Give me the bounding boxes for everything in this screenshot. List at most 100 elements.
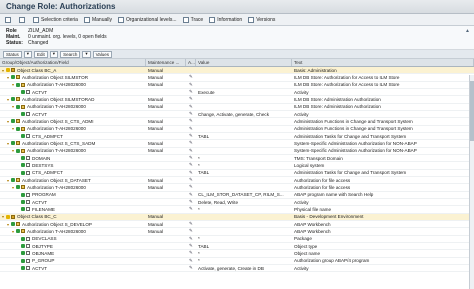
tree-row[interactable]: ▾ Authorization Object S_CTS_ADMI Manual ✎ A…	[0, 118, 474, 126]
tree-row[interactable]: ACTVT ✎ Change, Activate, generate, Check A…	[0, 111, 474, 119]
tree-row[interactable]: ▾ Authorization Object S_DATASET Manual ✎ Au…	[0, 177, 474, 185]
pencil-icon[interactable]: ✎	[189, 236, 193, 242]
value-cell: *	[198, 162, 200, 168]
collapse-header-icon[interactable]: ▲	[465, 28, 470, 34]
pencil-icon[interactable]: ✎	[189, 118, 193, 124]
pencil-icon[interactable]: ✎	[189, 243, 193, 249]
value-cell	[196, 140, 292, 146]
status-button[interactable]: Status	[3, 50, 22, 58]
pencil-icon[interactable]: ✎	[189, 104, 193, 110]
tree-row[interactable]: PROGRAM ✎ CL_ILM_STOR_DATASET_CP, RILM_S..…	[0, 192, 474, 199]
pencil-icon[interactable]: ✎	[189, 162, 193, 168]
tree-row[interactable]: CTS_ADMFCT ✎ TABL Administration Tasks for …	[0, 133, 474, 141]
pencil-icon[interactable]: ✎	[189, 89, 193, 95]
search-button[interactable]: Search	[60, 50, 81, 58]
toolbar-item-1-button[interactable]	[17, 15, 29, 25]
column-header-maintenance[interactable]: Maintenance ...	[146, 59, 186, 66]
column-header-a[interactable]: A...	[186, 59, 196, 66]
tree-row[interactable]: ▾ Authorization Object S_CTS_SADM Manual ✎ S…	[0, 140, 474, 148]
tree-row[interactable]: ▾ Authorization T-AH28026000 Manual ✎ Admini…	[0, 126, 474, 133]
tree-row[interactable]: ACTVT ✎ Execute Activity	[0, 89, 474, 97]
pencil-icon[interactable]: ✎	[189, 250, 193, 256]
value-cell	[196, 82, 292, 88]
maintenance-cell: Manual	[148, 126, 164, 132]
dropdown-button[interactable]: ▾	[49, 50, 59, 58]
selection-criteria-button[interactable]: Selection criteria	[31, 15, 80, 25]
tree-row[interactable]: ACTVT ✎ Activate, generate, Create in DB Ac…	[0, 265, 474, 273]
tree-row[interactable]: DESTSYS ✎ * Logical system	[0, 162, 474, 170]
tree-row[interactable]: ▾ Authorization T-AH28026000 Manual ✎ ABAP W…	[0, 228, 474, 236]
tree-row[interactable]: ▾ Authorization T-AH28026000 Manual ✎ ILM DB…	[0, 82, 474, 89]
organizational-levels-button[interactable]: Organizational levels...	[116, 15, 179, 25]
tree-row[interactable]: ▾ Authorization Object SILMSTORAD Manual ✎ I…	[0, 96, 474, 104]
tree-row[interactable]: CTS_ADMFCT ✎ TABL Administration Tasks for …	[0, 170, 474, 177]
tree-row[interactable]: ▾ Object Class BC_C Manual Basis - Developm…	[0, 213, 474, 221]
pencil-icon[interactable]: ✎	[189, 148, 193, 154]
edit-cell: ✎	[186, 170, 196, 176]
pencil-icon[interactable]: ✎	[189, 96, 193, 102]
edit-button[interactable]: Edit	[34, 50, 48, 58]
tree-row[interactable]: ▾ Authorization T-AH28026000 Manual ✎ Author…	[0, 184, 474, 192]
pencil-icon[interactable]: ✎	[189, 177, 193, 183]
pencil-icon[interactable]: ✎	[189, 258, 193, 264]
text-cell: Activity	[294, 199, 309, 205]
tree-row[interactable]: ACTVT ✎ Delete, Read, Write Activity	[0, 199, 474, 207]
tree-row[interactable]: ▾ Authorization Object SILMSTOR Manual ✎ ILM…	[0, 74, 474, 82]
trace-button[interactable]: Trace	[181, 15, 206, 25]
pencil-icon[interactable]: ✎	[189, 170, 193, 176]
versions-button[interactable]: Versions	[246, 15, 277, 25]
toolbar-label: Selection criteria	[41, 16, 78, 23]
scrollbar-thumb[interactable]	[470, 81, 474, 141]
dropdown-button[interactable]: ▾	[23, 50, 33, 58]
vertical-scrollbar[interactable]	[469, 75, 474, 289]
pencil-icon[interactable]: ✎	[189, 199, 193, 205]
traffic-light-icon	[21, 251, 25, 256]
tree-row[interactable]: ▾ Authorization T-AH28026000 Manual ✎ System…	[0, 148, 474, 155]
pencil-icon[interactable]: ✎	[189, 155, 193, 161]
traffic-light-icon	[6, 214, 10, 219]
pencil-icon[interactable]: ✎	[189, 82, 193, 88]
tree-row[interactable]: DEVCLASS ✎ * Package	[0, 236, 474, 243]
column-header-text[interactable]: Text	[292, 59, 474, 66]
pencil-icon[interactable]: ✎	[189, 111, 193, 117]
value-cell	[196, 118, 292, 124]
tree-icon	[5, 16, 11, 23]
tree-row[interactable]: ▾ Authorization Object S_DEVELOP Manual ✎ AB…	[0, 221, 474, 229]
manually-button[interactable]: Manually	[82, 15, 114, 25]
tree-row[interactable]: ▾ Authorization T-AH28026000 Manual ✎ ILM DB…	[0, 104, 474, 111]
pencil-icon[interactable]: ✎	[189, 184, 193, 190]
tree-row[interactable]: ▾ Object Class BC_A Manual Basis: Administr…	[0, 67, 474, 75]
text-cell: Activity	[294, 89, 309, 95]
tree-row[interactable]: DOMAIN ✎ * TMS: Transport Domain	[0, 155, 474, 163]
maintenance-cell	[146, 89, 186, 95]
text-cell: Activity	[294, 111, 309, 117]
traffic-light-icon	[21, 170, 25, 175]
pencil-icon[interactable]: ✎	[189, 221, 193, 227]
values-button[interactable]: Values	[92, 50, 113, 58]
tree-row[interactable]: OBJNAME ✎ * Object name	[0, 250, 474, 258]
column-header-group[interactable]: Group/Object/Authorization/Field	[0, 59, 146, 66]
text-cell: ABAP Workbench	[294, 228, 331, 234]
edit-cell: ✎	[186, 236, 196, 242]
information-button[interactable]: Information	[207, 15, 244, 25]
tree-row[interactable]: FILENAME ✎ * Physical file name	[0, 206, 474, 214]
pencil-icon[interactable]: ✎	[189, 126, 193, 132]
tree-node-cell: ▾ Authorization Object S_CTS_SADM	[0, 140, 146, 146]
toolbar-item-0-button[interactable]	[3, 15, 15, 25]
pencil-icon[interactable]: ✎	[189, 192, 193, 198]
pencil-icon[interactable]: ✎	[189, 140, 193, 146]
maintenance-cell: Manual	[148, 148, 164, 154]
tree-row[interactable]: P_GROUP ✎ * Authorization group ABAP/4 prog…	[0, 258, 474, 265]
value-cell: *	[198, 258, 200, 264]
tree-row[interactable]: OBJTYPE ✎ TABL Object type	[0, 243, 474, 251]
maintenance-cell	[146, 155, 186, 161]
value-cell	[196, 148, 292, 154]
value-cell	[196, 184, 292, 190]
column-header-value[interactable]: Value	[196, 59, 292, 66]
pencil-icon[interactable]: ✎	[189, 206, 193, 212]
pencil-icon[interactable]: ✎	[189, 133, 193, 139]
pencil-icon[interactable]: ✎	[189, 74, 193, 80]
dropdown-button[interactable]: ▾	[82, 50, 91, 58]
pencil-icon[interactable]: ✎	[189, 228, 193, 234]
pencil-icon[interactable]: ✎	[189, 265, 193, 271]
